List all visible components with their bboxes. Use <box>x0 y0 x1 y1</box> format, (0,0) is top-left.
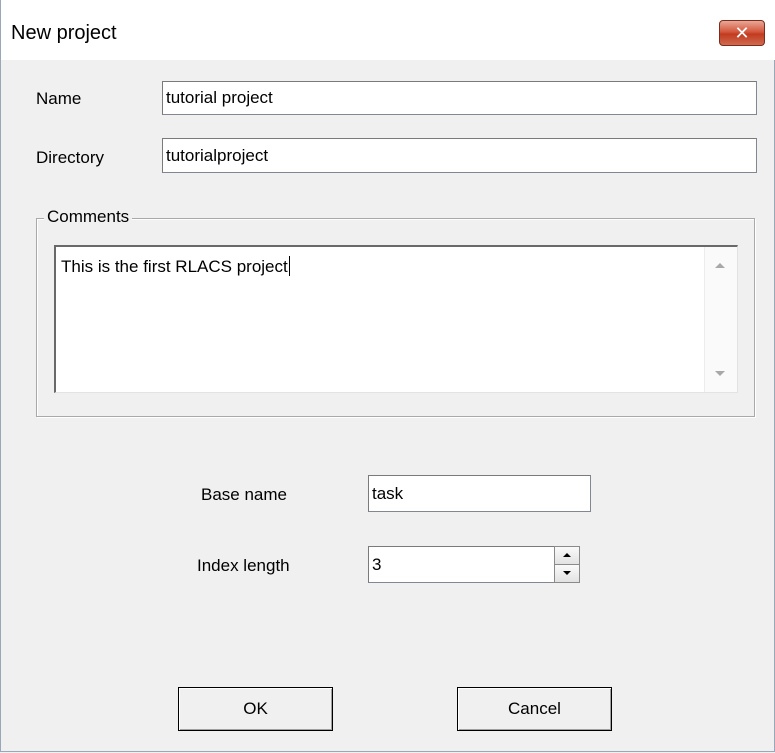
close-icon: ✕ <box>734 22 750 43</box>
name-label: Name <box>36 89 82 108</box>
new-project-dialog: New project ✕ Name Directory Comments Th… <box>0 0 775 752</box>
cancel-button[interactable]: Cancel <box>457 687 612 731</box>
title-bar[interactable]: New project ✕ <box>1 0 775 60</box>
index-length-label: Index length <box>197 556 290 575</box>
spin-down-button[interactable] <box>555 564 579 582</box>
index-length-spinner[interactable] <box>554 546 580 583</box>
index-length-input[interactable] <box>368 546 555 583</box>
comments-group-label: Comments <box>44 207 133 227</box>
spin-up-arrow-icon <box>563 553 571 558</box>
comments-scrollbar[interactable] <box>704 247 737 392</box>
window-title: New project <box>11 22 117 44</box>
scroll-down-arrow-icon[interactable] <box>715 371 725 376</box>
name-input[interactable] <box>162 81 757 115</box>
spin-down-arrow-icon <box>563 571 571 576</box>
base-name-label: Base name <box>201 485 287 504</box>
comments-textarea[interactable]: This is the first RLACS project <box>54 245 738 393</box>
scroll-up-arrow-icon[interactable] <box>715 263 725 268</box>
text-caret <box>288 256 290 276</box>
comments-text: This is the first RLACS project <box>61 256 290 276</box>
spin-up-button[interactable] <box>555 547 579 565</box>
close-button[interactable]: ✕ <box>719 20 765 46</box>
directory-label: Directory <box>36 148 105 167</box>
directory-input[interactable] <box>162 138 757 173</box>
base-name-input[interactable] <box>368 475 591 512</box>
ok-button[interactable]: OK <box>178 687 333 731</box>
